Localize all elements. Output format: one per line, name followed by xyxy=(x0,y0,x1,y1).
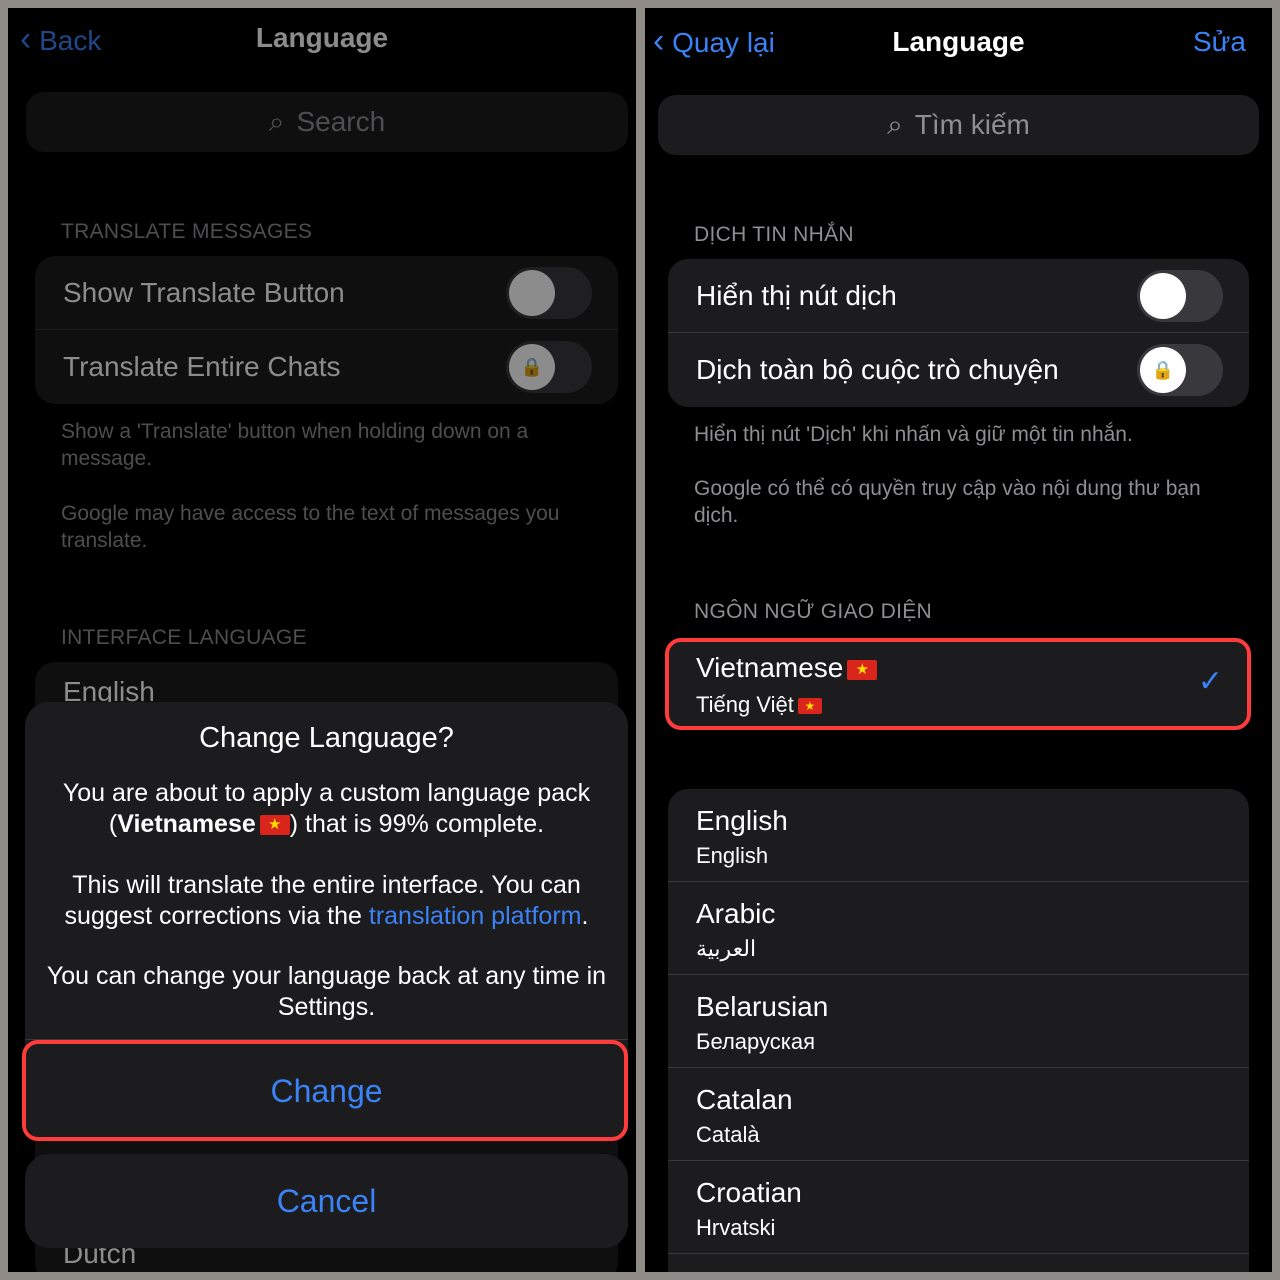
show-translate-row: Hiển thị nút dịch xyxy=(668,259,1249,333)
language-name: English xyxy=(696,805,788,836)
dialog-message-3: You can change your language back at any… xyxy=(46,962,607,1021)
language-list: English English Arabic العربية Belarusian Бел… xyxy=(668,789,1249,1272)
show-translate-toggle[interactable] xyxy=(1137,270,1223,322)
language-name: Belarusian xyxy=(696,991,829,1022)
language-name: Catalan xyxy=(696,1084,793,1115)
language-item[interactable]: Catalan Català xyxy=(668,1068,1249,1161)
page-title: Language xyxy=(892,26,1025,57)
language-native: Català xyxy=(696,1122,760,1147)
search-icon: ⌕ xyxy=(887,108,903,140)
search-placeholder: Tìm kiếm xyxy=(914,109,1030,140)
footer-text: Hiển thị nút 'Dịch' khi nhấn và giữ một … xyxy=(694,423,1133,446)
language-native: العربية xyxy=(696,936,757,961)
text: . xyxy=(581,902,589,930)
translate-chats-toggle[interactable]: 🔒 xyxy=(1137,344,1223,396)
right-screen: ‹ Quay lại Language Sửa ⌕ Tìm kiếm DỊCH T… xyxy=(645,8,1272,1272)
language-native: English xyxy=(696,843,769,868)
language-native: Беларуская xyxy=(696,1029,816,1054)
row-label: Dịch toàn bộ cuộc trò chuyện xyxy=(696,354,1059,385)
section-header: DỊCH TIN NHẮN xyxy=(694,223,854,246)
language-native: Hrvatski xyxy=(696,1215,776,1240)
translate-chats-row: Dịch toàn bộ cuộc trò chuyện 🔒 xyxy=(668,333,1249,407)
lock-icon: 🔒 xyxy=(1140,347,1186,393)
language-name: Croatian xyxy=(696,1177,802,1208)
dialog-message-1: You are about to apply a custom language… xyxy=(45,778,608,840)
search-input[interactable]: ⌕ Tìm kiếm xyxy=(658,95,1259,155)
cancel-label: Cancel xyxy=(276,1182,377,1219)
highlight-box xyxy=(665,638,1251,730)
translation-platform-link[interactable]: translation platform xyxy=(369,902,582,930)
language-item[interactable]: Arabic العربية xyxy=(668,882,1249,975)
section-header: NGÔN NGỮ GIAO DIỆN xyxy=(694,600,933,623)
edit-button[interactable]: Sửa xyxy=(1193,26,1246,58)
language-item[interactable]: English English xyxy=(668,789,1249,882)
language-item[interactable]: Croatian Hrvatski xyxy=(668,1161,1249,1254)
vietnam-flag-icon: ★ xyxy=(259,815,290,836)
cancel-button[interactable]: Cancel xyxy=(25,1154,628,1248)
dialog-title: Change Language? xyxy=(199,722,454,754)
language-name: Vietnamese xyxy=(117,810,256,838)
left-screen: ‹ Back Language ⌕ Search TRANSLATE MESSAG… xyxy=(8,8,636,1272)
text: ) that is 99% complete. xyxy=(289,810,545,838)
language-name: Arabic xyxy=(696,898,776,929)
row-label: Hiển thị nút dịch xyxy=(696,279,897,311)
footer-text: Google có thể có quyền truy cập vào nội … xyxy=(694,477,1201,527)
dialog-message-2: This will translate the entire interface… xyxy=(41,870,612,932)
translate-group: Hiển thị nút dịch Dịch toàn bộ cuộc trò … xyxy=(668,259,1249,407)
highlight-box xyxy=(22,1040,628,1141)
toggle-knob xyxy=(1140,273,1186,319)
language-item[interactable]: Belarusian Беларуская xyxy=(668,975,1249,1068)
